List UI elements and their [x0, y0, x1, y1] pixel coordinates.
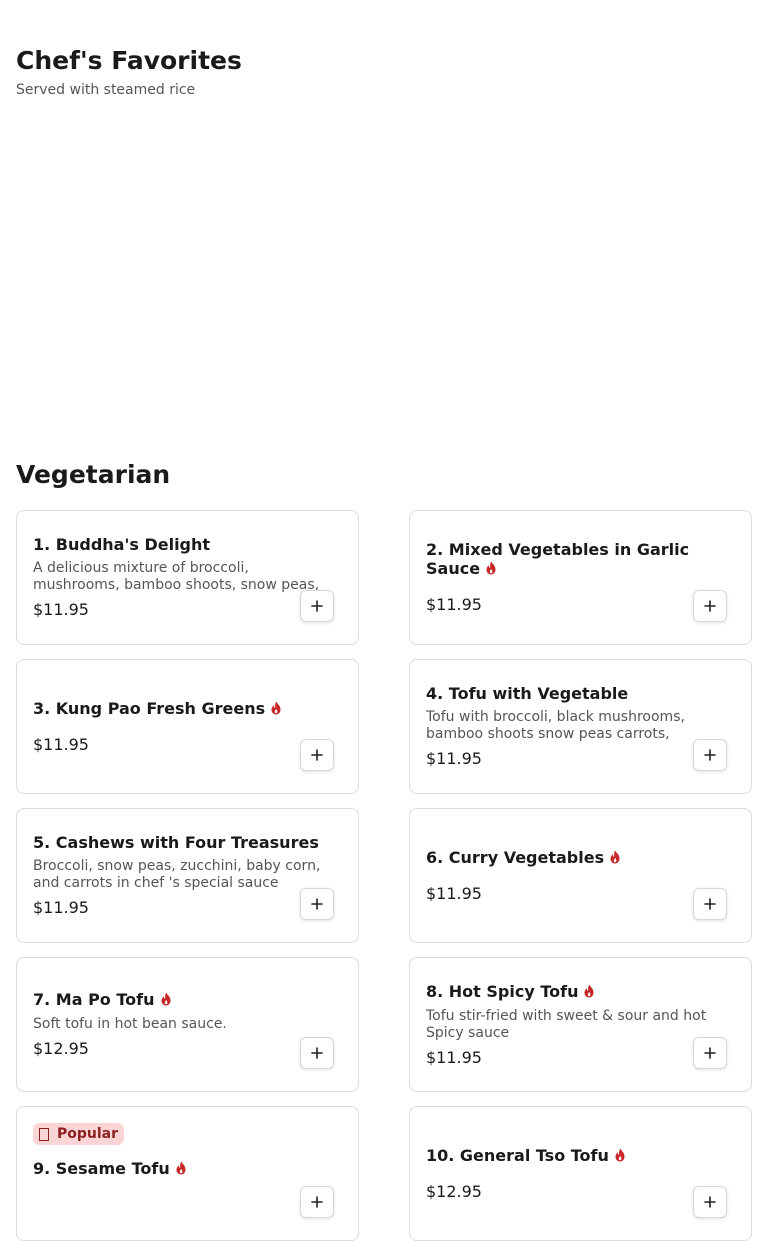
menu-item-name-row: 2. Mixed Vegetables in Garlic Sauce: [426, 540, 727, 579]
menu-item-name: 4. Tofu with Vegetable: [426, 684, 629, 703]
menu-item-card[interactable]: Popular 9. Sesame Tofu: [16, 1106, 359, 1241]
menu-item-content: 6. Curry Vegetables $11.95: [426, 809, 735, 942]
menu-item-content: 4. Tofu with Vegetable Tofu with broccoli…: [426, 660, 735, 793]
section-title-vegetarian: Vegetarian: [16, 460, 171, 489]
add-to-cart-button[interactable]: [693, 590, 727, 622]
plus-icon: [704, 749, 716, 761]
popular-badge: Popular: [33, 1123, 125, 1145]
menu-item-card[interactable]: 1. Buddha's Delight A delicious mixture o…: [16, 510, 359, 645]
plus-icon: [704, 898, 716, 910]
chili-flame-icon: [160, 991, 172, 1010]
menu-item-name: 10. General Tso Tofu: [426, 1145, 609, 1165]
menu-item-name-row: 6. Curry Vegetables: [426, 848, 727, 868]
menu-item-content: Popular 9. Sesame Tofu: [33, 1107, 342, 1240]
add-to-cart-button[interactable]: [300, 590, 334, 622]
menu-item-name: 7. Ma Po Tofu: [33, 990, 155, 1009]
section-subtitle: Served with steamed rice: [16, 82, 196, 98]
menu-item-name-row: 5. Cashews with Four Treasures: [33, 833, 334, 852]
menu-item-content: 2. Mixed Vegetables in Garlic Sauce $11.9…: [426, 511, 735, 644]
plus-icon: [311, 1196, 323, 1208]
menu-item-price: $12.95: [33, 1039, 89, 1058]
add-to-cart-button[interactable]: [693, 1037, 727, 1069]
menu-item-name-row: 4. Tofu with Vegetable: [426, 684, 727, 703]
menu-item-card[interactable]: 4. Tofu with Vegetable Tofu with broccoli…: [409, 659, 752, 794]
menu-item-content: 8. Hot Spicy Tofu Tofu stir-fried with sw…: [426, 958, 735, 1091]
chili-flame-icon: [583, 983, 595, 1002]
menu-item-name: 6. Curry Vegetables: [426, 847, 605, 867]
plus-icon: [704, 1047, 716, 1059]
menu-item-content: 1. Buddha's Delight A delicious mixture o…: [33, 511, 342, 644]
plus-icon: [311, 749, 323, 761]
menu-item-price: $11.95: [33, 898, 89, 917]
menu-item-card[interactable]: 2. Mixed Vegetables in Garlic Sauce $11.9…: [409, 510, 752, 645]
add-to-cart-button[interactable]: [693, 888, 727, 920]
menu-item-price: $11.95: [426, 883, 482, 903]
chili-flame-icon: [485, 560, 497, 579]
plus-icon: [704, 600, 716, 612]
chili-flame-icon: [614, 1147, 626, 1166]
menu-item-content: 10. General Tso Tofu $12.95: [426, 1107, 735, 1240]
menu-item-description: A delicious mixture of broccoli, mushroo…: [33, 560, 320, 593]
menu-item-name-row: 7. Ma Po Tofu: [33, 990, 334, 1010]
menu-item-card[interactable]: 5. Cashews with Four Treasures Broccoli, …: [16, 808, 359, 943]
menu-item-card[interactable]: 7. Ma Po Tofu Soft tofu in hot bean sauce…: [16, 957, 359, 1092]
menu-item-name-row: 3. Kung Pao Fresh Greens: [33, 699, 334, 719]
flame-icon: [39, 1127, 49, 1141]
menu-item-content: 5. Cashews with Four Treasures Broccoli, …: [33, 809, 342, 942]
menu-item-price: $11.95: [426, 595, 482, 614]
menu-item-name: 5. Cashews with Four Treasures: [33, 833, 319, 852]
menu-item-description: Tofu stir-fried with sweet & sour and ho…: [426, 1007, 707, 1041]
menu-item-price: $11.95: [426, 1047, 482, 1067]
menu-item-name-row: 9. Sesame Tofu: [33, 1159, 334, 1179]
plus-icon: [311, 600, 323, 612]
menu-item-price: $11.95: [33, 600, 89, 619]
chili-flame-icon: [270, 700, 282, 719]
plus-icon: [311, 898, 323, 910]
plus-icon: [704, 1196, 716, 1208]
menu-item-card[interactable]: 3. Kung Pao Fresh Greens $11.95: [16, 659, 359, 794]
menu-item-description: Tofu with broccoli, black mushrooms, bam…: [426, 709, 685, 742]
plus-icon: [311, 1047, 323, 1059]
menu-item-name: 2. Mixed Vegetables in Garlic Sauce: [426, 540, 690, 578]
badge-label: Popular: [57, 1126, 119, 1142]
menu-item-name: 9. Sesame Tofu: [33, 1159, 170, 1178]
menu-item-card[interactable]: 10. General Tso Tofu $12.95: [409, 1106, 752, 1241]
add-to-cart-button[interactable]: [300, 1186, 334, 1218]
menu-item-description: Soft tofu in hot bean sauce.: [33, 1016, 227, 1032]
menu-item-name: 8. Hot Spicy Tofu: [426, 981, 579, 1001]
menu-item-price: $12.95: [426, 1181, 482, 1201]
menu-item-name-row: 8. Hot Spicy Tofu: [426, 982, 727, 1002]
menu-item-name-row: 10. General Tso Tofu: [426, 1146, 727, 1166]
add-to-cart-button[interactable]: [693, 1186, 727, 1218]
menu-item-description: Broccoli, snow peas, zucchini, baby corn…: [33, 858, 321, 891]
chili-flame-icon: [175, 1160, 187, 1179]
section-title-chefs-favorites: Chef's Favorites: [16, 46, 242, 75]
menu-item-content: 7. Ma Po Tofu Soft tofu in hot bean sauce…: [33, 958, 342, 1091]
menu-item-content: 3. Kung Pao Fresh Greens $11.95: [33, 660, 342, 793]
menu-item-card[interactable]: 6. Curry Vegetables $11.95: [409, 808, 752, 943]
menu-item-name-row: 1. Buddha's Delight: [33, 535, 334, 554]
menu-item-price: $11.95: [426, 749, 482, 768]
add-to-cart-button[interactable]: [300, 739, 334, 771]
menu-item-name: 1. Buddha's Delight: [33, 535, 211, 554]
add-to-cart-button[interactable]: [693, 739, 727, 771]
menu-item-name: 3. Kung Pao Fresh Greens: [33, 698, 266, 718]
chili-flame-icon: [609, 849, 621, 868]
add-to-cart-button[interactable]: [300, 1037, 334, 1069]
add-to-cart-button[interactable]: [300, 888, 334, 920]
menu-item-card[interactable]: 8. Hot Spicy Tofu Tofu stir-fried with sw…: [409, 957, 752, 1092]
menu-item-price: $11.95: [33, 734, 89, 754]
